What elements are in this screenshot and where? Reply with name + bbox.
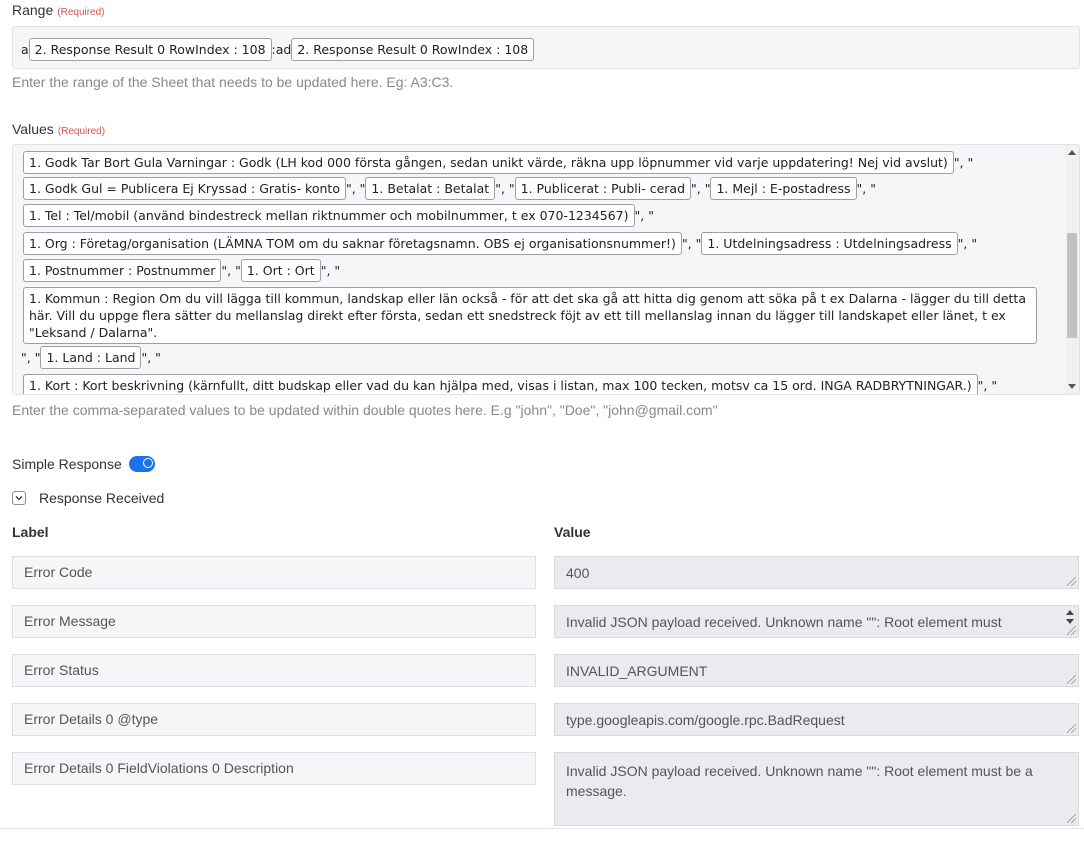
range-end-pill[interactable]: 2. Response Result 0 RowIndex : 108 <box>291 38 535 61</box>
value-separator: ", " <box>977 378 998 393</box>
error-details-type-text: type.googleapis.com/google.rpc.BadReques… <box>566 712 845 728</box>
value-separator: ", " <box>691 181 711 196</box>
value-token-publicerat[interactable]: 1. Publicerat : Publi- cerad <box>514 177 691 200</box>
row-value-error-status[interactable]: INVALID_ARGUMENT <box>554 654 1079 687</box>
label-column-header: Label <box>12 524 49 540</box>
value-token-tel[interactable]: 1. Tel : Tel/mobil (använd bindestreck m… <box>23 204 635 227</box>
scroll-up-arrow-icon[interactable] <box>1068 150 1076 155</box>
simple-response-toggle[interactable] <box>129 456 155 472</box>
values-hint: Enter the comma-separated values to be u… <box>12 402 718 418</box>
value-separator: ", " <box>21 350 41 365</box>
range-separator: :ad <box>271 42 292 57</box>
row-label-error-status: Error Status <box>12 654 536 687</box>
value-token-betalat[interactable]: 1. Betalat : Betalat <box>365 177 496 200</box>
range-label-text: Range <box>12 2 54 18</box>
row-value-error-code[interactable]: 400 <box>554 556 1079 589</box>
range-prefix: a <box>21 42 29 57</box>
value-token-org[interactable]: 1. Org : Företag/organisation (LÄMNA TOM… <box>23 232 682 255</box>
field-violations-description-text: Invalid JSON payload received. Unknown n… <box>566 763 1033 799</box>
toggle-knob-icon <box>143 458 153 468</box>
error-code-text: 400 <box>566 565 590 581</box>
row-label-error-code: Error Code <box>12 556 536 589</box>
value-token-kommun[interactable]: 1. Kommun : Region Om du vill lägga till… <box>23 287 1037 344</box>
value-separator: ", " <box>345 181 366 196</box>
value-token-utdelningsadress[interactable]: 1. Utdelningsadress : Utdelningsadress <box>701 232 958 255</box>
value-token-kort[interactable]: 1. Kort : Kort beskrivning (kärnfullt, d… <box>23 374 978 394</box>
value-token-gul[interactable]: 1. Godk Gul = Publicera Ej Kryssad : Gra… <box>23 177 346 200</box>
values-scrollbar[interactable] <box>1065 145 1079 394</box>
values-scroll-thumb[interactable] <box>1067 233 1077 338</box>
value-separator: ", " <box>957 236 978 251</box>
resize-grip-icon[interactable] <box>1067 814 1076 823</box>
value-separator: ", " <box>856 181 876 196</box>
values-required-tag: (Required) <box>57 126 106 137</box>
range-hint: Enter the range of the Sheet that needs … <box>12 74 454 90</box>
scroll-up-arrow-icon[interactable] <box>1066 610 1074 615</box>
value-token-ort[interactable]: 1. Ort : Ort <box>240 259 321 282</box>
range-input[interactable]: a 2. Response Result 0 RowIndex : 108:ad 2… <box>12 26 1080 69</box>
resize-grip-icon[interactable] <box>1067 577 1076 586</box>
value-token-mejl[interactable]: 1. Mejl : E-postadress <box>710 177 857 200</box>
chevron-down-icon <box>15 496 23 501</box>
value-token-land[interactable]: 1. Land : Land <box>40 346 142 369</box>
value-token-godk[interactable]: 1. Godk Tar Bort Gula Varningar : Godk (… <box>23 151 954 174</box>
row-label-field-violations-description: Error Details 0 FieldViolations 0 Descri… <box>12 752 536 785</box>
simple-response-label: Simple Response <box>12 456 122 472</box>
value-separator: ", " <box>495 181 515 196</box>
scroll-down-arrow-icon[interactable] <box>1068 384 1076 389</box>
range-required-tag: (Required) <box>57 7 105 18</box>
row-label-error-details-type: Error Details 0 @type <box>12 703 536 736</box>
row-value-error-details-type[interactable]: type.googleapis.com/google.rpc.BadReques… <box>554 703 1079 736</box>
value-column-header: Value <box>554 524 591 540</box>
error-message-text: Invalid JSON payload received. Unknown n… <box>566 614 1002 630</box>
resize-grip-icon[interactable] <box>1067 724 1076 733</box>
value-separator: ", " <box>320 263 341 278</box>
value-separator: ", " <box>953 155 974 170</box>
scroll-down-arrow-icon[interactable] <box>1066 619 1074 624</box>
row-value-field-violations-description[interactable]: Invalid JSON payload received. Unknown n… <box>554 752 1079 826</box>
values-label-text: Values <box>12 121 54 137</box>
bottom-divider <box>0 828 1084 829</box>
range-label: Range (Required) <box>12 2 105 18</box>
value-separator: ", " <box>221 263 241 278</box>
value-separator: ", " <box>634 208 654 223</box>
resize-grip-icon[interactable] <box>1067 626 1076 635</box>
response-received-expander[interactable] <box>12 491 26 505</box>
value-separator: ", " <box>141 350 161 365</box>
values-input[interactable]: 1. Godk Tar Bort Gula Varningar : Godk (… <box>12 144 1080 395</box>
range-start-pill[interactable]: 2. Response Result 0 RowIndex : 108 <box>28 38 272 61</box>
resize-grip-icon[interactable] <box>1067 675 1076 684</box>
value-token-postnummer[interactable]: 1. Postnummer : Postnummer <box>23 259 222 282</box>
row-value-error-message[interactable]: Invalid JSON payload received. Unknown n… <box>554 605 1079 638</box>
values-label: Values (Required) <box>12 121 105 137</box>
value-separator: ", " <box>681 236 702 251</box>
error-status-text: INVALID_ARGUMENT <box>566 663 708 679</box>
response-received-label: Response Received <box>39 490 165 506</box>
row-label-error-message: Error Message <box>12 605 536 638</box>
